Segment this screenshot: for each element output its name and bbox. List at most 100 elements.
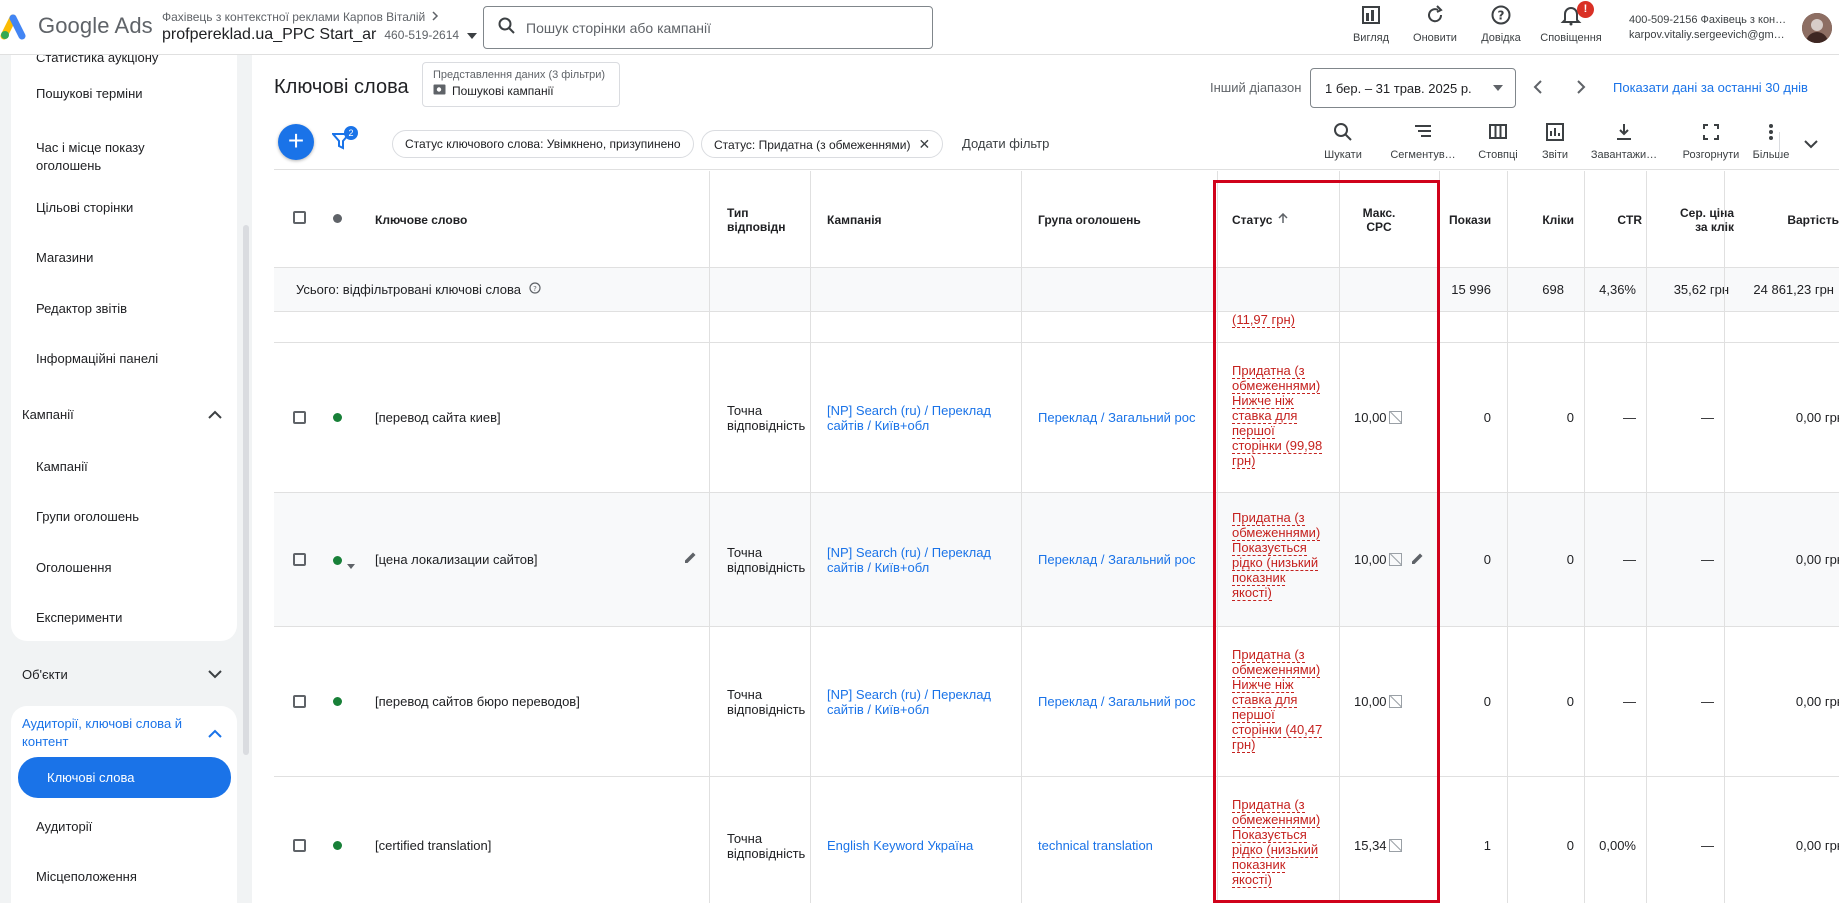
header-ctr[interactable]: CTR [1604,171,1642,268]
sidebar-item-landing-pages[interactable]: Цільові сторінки [36,199,226,217]
row-checkbox[interactable] [293,695,306,708]
close-icon[interactable]: ✕ [918,136,930,152]
google-ads-logo[interactable]: Google Ads [0,12,153,40]
help-icon[interactable]: ? [528,282,541,297]
ad-group-link[interactable]: Переклад / Загальний рос [1038,552,1208,567]
table-row[interactable]: [перевод сайта киев] Точна відповідність… [274,343,1839,493]
header-clicks[interactable]: Кліки [1529,171,1574,268]
select-all-checkbox[interactable] [293,211,306,224]
prev-period-button[interactable] [1532,78,1544,101]
filter-chip-status[interactable]: Статус: Придатна (з обмеженнями) ✕ [701,130,944,158]
sidebar-item-search-terms[interactable]: Пошукові терміни [36,85,226,103]
sidebar-item-auction-insights[interactable]: Статистика аукціону [36,55,226,67]
sidebar-head-audiences[interactable]: Аудиторії, ключові слова й контент [22,715,222,751]
header-campaign[interactable]: Кампанія [827,171,882,268]
notifications-button[interactable]: ! Сповіщення [1536,1,1606,44]
header-impressions[interactable]: Покази [1449,171,1491,268]
caret-down-icon[interactable] [347,556,355,572]
sort-arrow-up-icon [1278,212,1288,227]
sidebar-item-campaigns[interactable]: Кампанії [36,458,226,476]
search-input[interactable]: Пошук сторінки або кампанії [483,6,933,49]
filter-chip-keyword-status[interactable]: Статус ключового слова: Увімкнено, призу… [392,130,694,158]
user-account-info[interactable]: 400-509-2156 Фахівець з кон… karpov.vita… [1629,13,1786,43]
campaign-link[interactable]: [NP] Search (ru) / Переклад сайтів / Киї… [827,403,997,433]
account-switcher[interactable]: Фахівець з контекстної реклами Карпов Ві… [162,10,478,44]
segment-button[interactable]: Сегментув… [1383,122,1463,161]
table-row[interactable]: [перевод сайтов бюро переводов] Точна ві… [274,627,1839,777]
show-last-30-days-link[interactable]: Показати дані за останні 30 днів [1613,80,1808,95]
ad-group-link[interactable]: Переклад / Загальний рос [1038,410,1208,425]
campaign-link[interactable]: [NP] Search (ru) / Переклад сайтів / Киї… [827,687,997,717]
page-title: Ключові слова [274,76,409,98]
search-placeholder: Пошук сторінки або кампанії [526,19,712,36]
edit-pencil-icon[interactable] [684,551,697,567]
column-divider [1217,171,1218,903]
status-text[interactable]: Придатна (з обмеженнями) Нижче ніж ставк… [1232,363,1327,469]
header-status[interactable]: Статус [1232,171,1288,268]
view-button[interactable]: Вигляд [1336,4,1406,44]
account-name: profpereklad.ua_PPC Start_ar [162,26,377,43]
sidebar-head-objects[interactable]: Об'єкти [22,667,222,682]
data-view-selector[interactable]: Представлення даних (3 фільтри) Пошукові… [422,62,620,107]
ad-group-link[interactable]: Переклад / Загальний рос [1038,694,1208,709]
help-icon: ? [1490,4,1512,29]
sidebar-item-audiences[interactable]: Аудиторії [36,818,226,836]
sidebar-item-locations[interactable]: Місцеположення [36,868,226,886]
search-tool-button[interactable]: Шукати [1303,122,1383,161]
edit-pencil-icon[interactable] [1411,552,1424,568]
header-max-cpc[interactable]: Макс. CPC [1354,171,1404,268]
row-checkbox[interactable] [293,411,306,424]
sidebar-scrollbar[interactable] [240,55,252,903]
add-filter-button[interactable]: Додати фільтр [962,136,1049,151]
more-label: Більше [1752,149,1790,161]
search-icon [1333,122,1353,145]
sidebar-scroll-thumb[interactable] [243,225,249,755]
header-keyword[interactable]: Ключове слово [375,171,467,268]
row-checkbox[interactable] [293,553,306,566]
sidebar: Статистика аукціону Пошукові терміни Час… [0,55,240,903]
refresh-button[interactable]: Оновити [1400,4,1470,44]
campaign-link[interactable]: English Keyword Україна [827,838,997,853]
sidebar-item-ad-groups[interactable]: Групи оголошень [36,508,226,526]
chevron-down-icon [208,667,222,682]
status-text[interactable]: Придатна (з обмеженнями) Показується рід… [1232,797,1327,888]
header-cost[interactable]: Вартість [1754,171,1839,268]
ad-group-link[interactable]: technical translation [1038,838,1208,853]
fullscreen-icon [1701,122,1721,145]
collapse-toolbar-button[interactable] [1804,136,1818,152]
sidebar-item-experiments[interactable]: Експерименти [36,609,226,627]
row-checkbox[interactable] [293,839,306,852]
svg-text:?: ? [533,285,537,293]
chevron-right-icon [431,10,439,24]
download-button[interactable]: Завантажи… [1584,122,1664,161]
date-range-picker[interactable]: 1 бер. – 31 трав. 2025 р. [1310,68,1516,108]
ctr-value: — [1623,552,1636,567]
sidebar-item-keywords[interactable]: Ключові слова [18,757,231,798]
sidebar-item-report-editor[interactable]: Редактор звітів [36,300,226,318]
logo-text: Google Ads [38,13,153,38]
sidebar-item-ads[interactable]: Оголошення [36,559,226,577]
reports-button[interactable]: Звіти [1515,122,1595,161]
table-row[interactable]: [цена локализации сайтов] Точна відповід… [274,493,1839,627]
sidebar-item-dashboards[interactable]: Інформаційні панелі [36,350,226,368]
campaign-link[interactable]: [NP] Search (ru) / Переклад сайтів / Киї… [827,545,997,575]
more-button[interactable]: Більше [1741,122,1801,161]
header-ad-group[interactable]: Група оголошень [1038,171,1141,268]
match-type-text: Точна відповідність [727,545,806,575]
status-text[interactable]: Придатна (з обмеженнями) Показується рід… [1232,510,1327,601]
expand-button[interactable]: Розгорнути [1671,122,1751,161]
table-row[interactable]: [certified translation] Точна відповідні… [274,777,1839,903]
add-keyword-button[interactable]: + [278,124,314,160]
avg-cpc-value: — [1701,694,1714,709]
view-label: Вигляд [1352,32,1390,44]
sidebar-item-stores[interactable]: Магазини [36,249,226,267]
bid-strategy-icon [1388,839,1402,852]
help-button[interactable]: ? Довідка [1466,4,1536,44]
impressions-value: 0 [1483,410,1491,425]
next-period-button[interactable] [1575,78,1587,101]
avatar[interactable] [1802,13,1832,43]
sidebar-item-when-where[interactable]: Час і місце показу оголошень [36,139,186,175]
header-match-type[interactable]: Тип відповідн [727,171,785,268]
sidebar-head-campaigns[interactable]: Кампанії [22,407,222,422]
status-text[interactable]: Придатна (з обмеженнями) Нижче ніж ставк… [1232,647,1327,753]
